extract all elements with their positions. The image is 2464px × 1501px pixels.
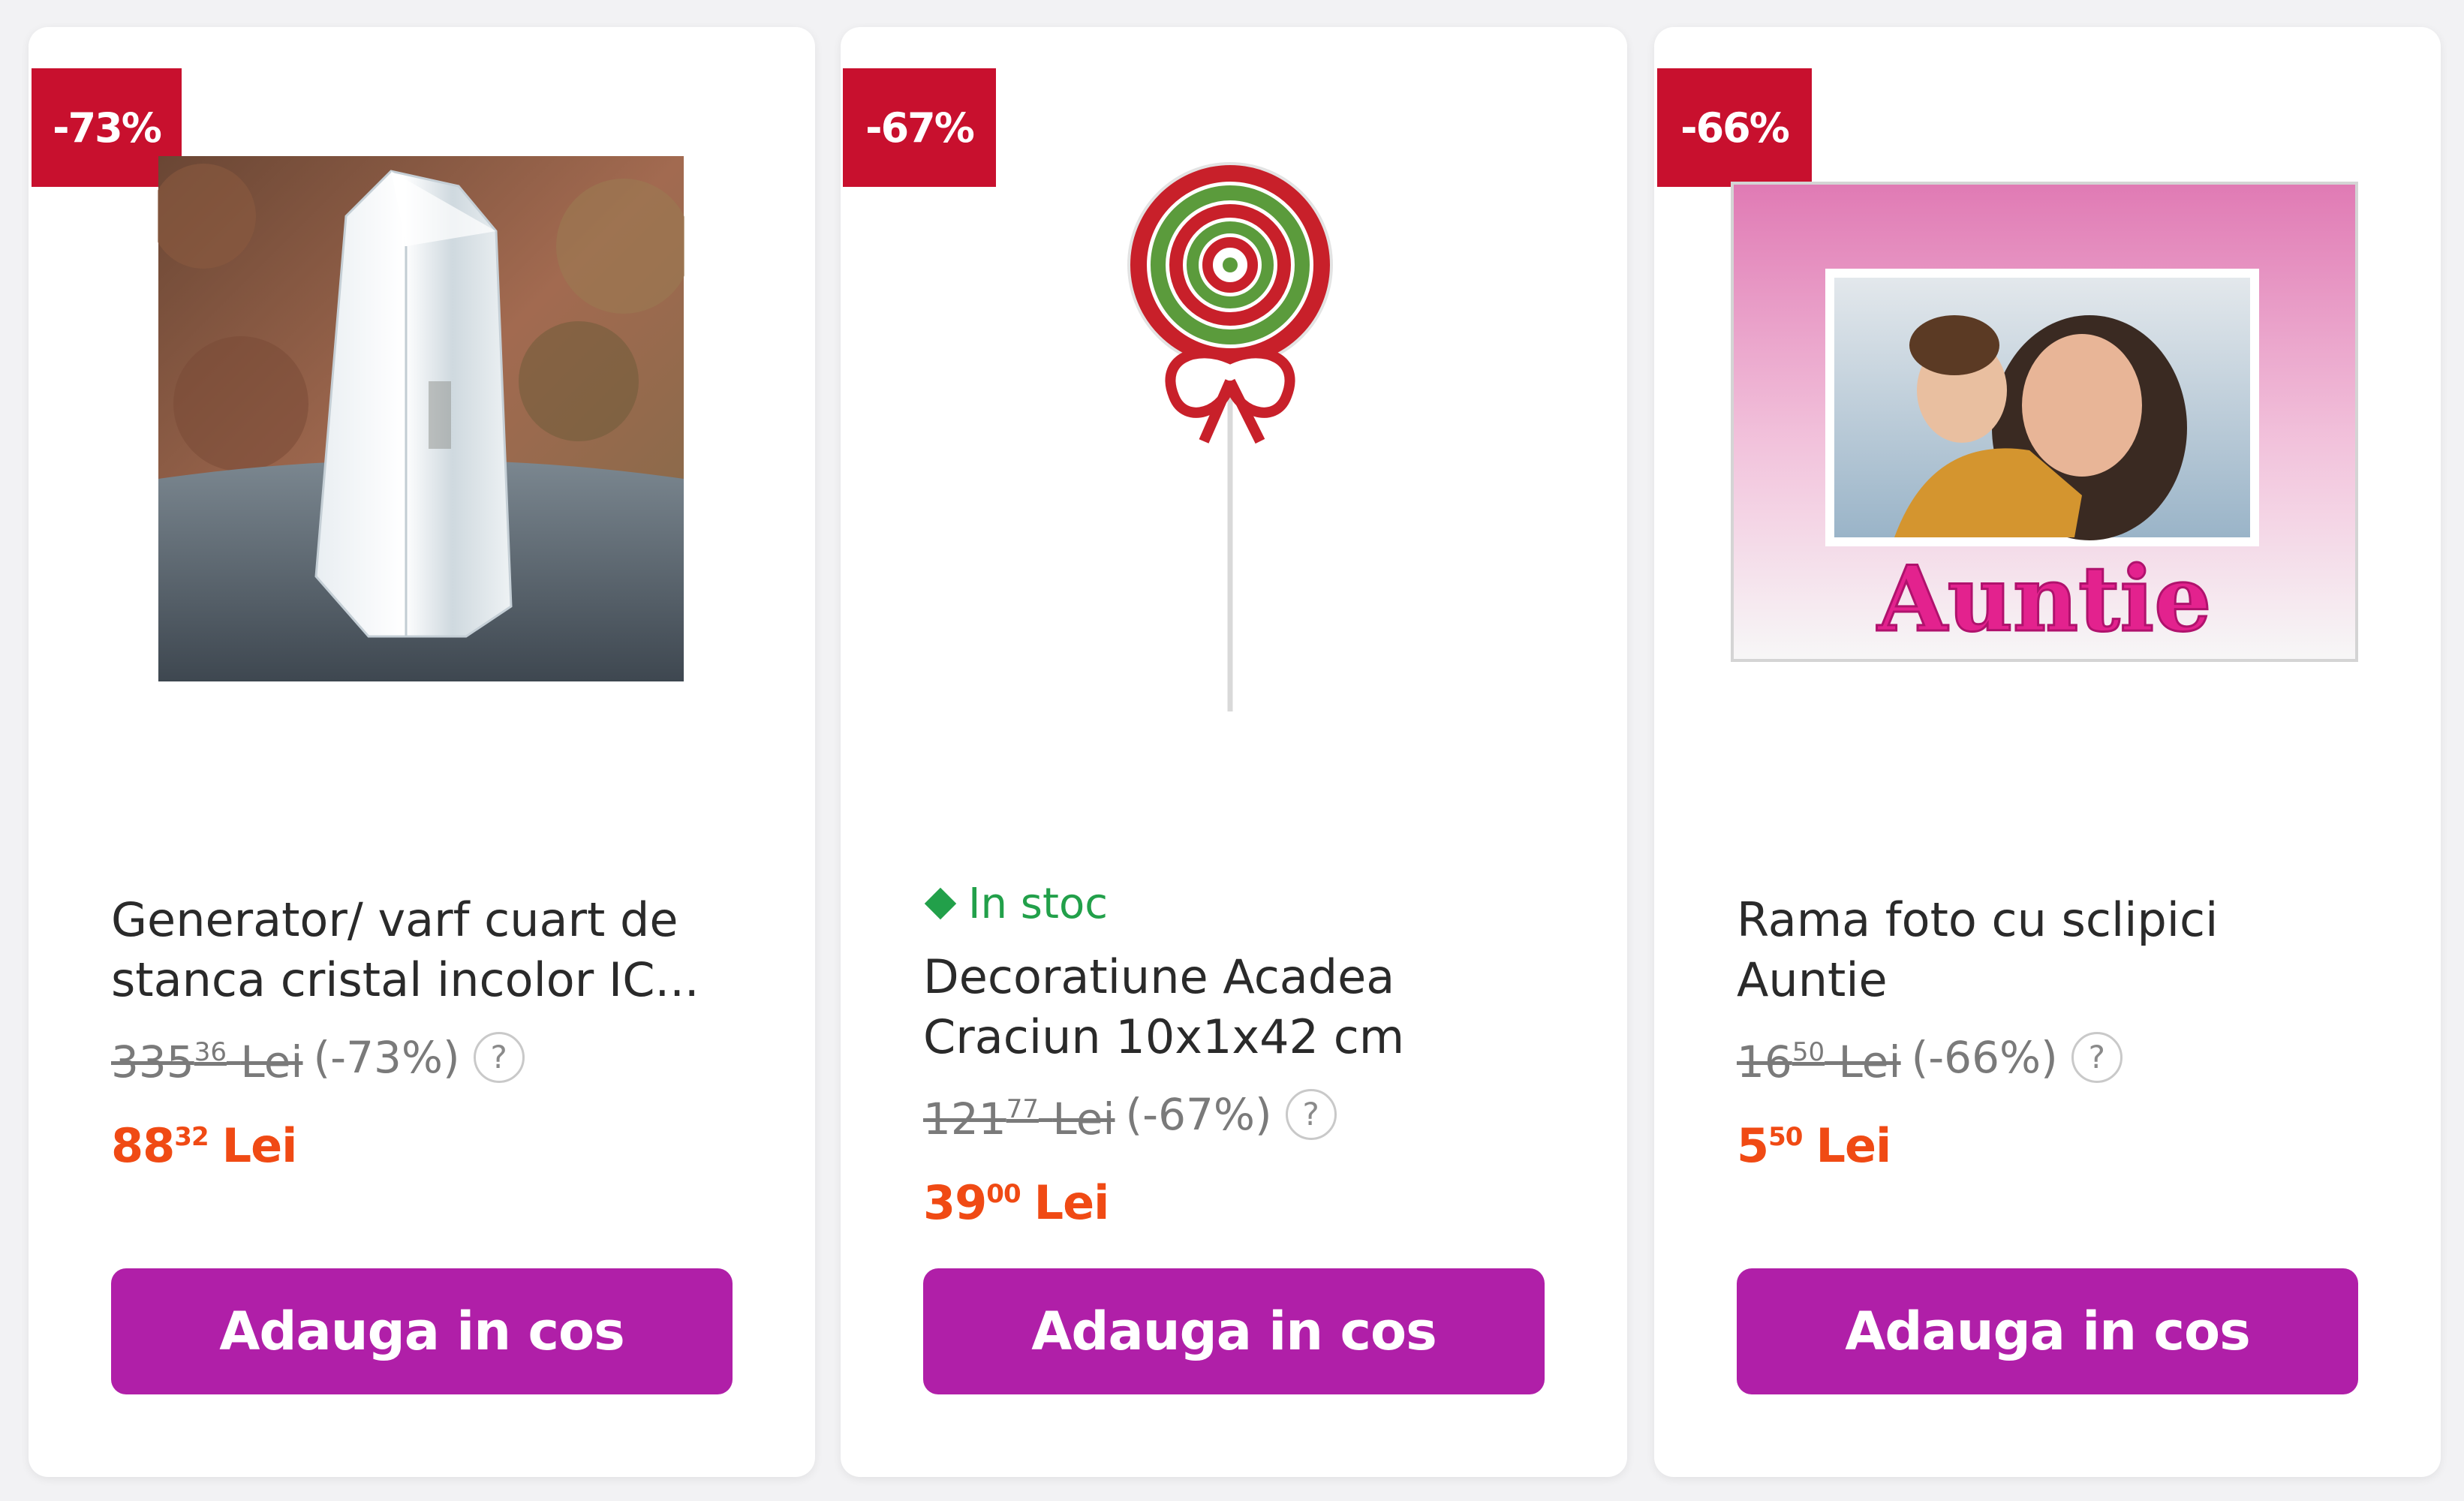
lollipop-image bbox=[1127, 162, 1333, 711]
product-image[interactable] bbox=[1114, 156, 1346, 711]
stock-label: In stoc bbox=[968, 879, 1108, 928]
old-price-row: 33536 Lei (-73%) ? bbox=[111, 1024, 733, 1090]
old-price-row: 1650 Lei (-66%) ? bbox=[1737, 1024, 2358, 1090]
in-stock-status: In stoc bbox=[923, 874, 1545, 934]
product-image[interactable]: Auntie bbox=[1729, 180, 2360, 690]
discount-badge: -67% bbox=[843, 68, 996, 187]
current-price: 550 Lei bbox=[1737, 1118, 1891, 1173]
old-price: 12177 Lei bbox=[923, 1093, 1115, 1145]
current-price: 8832 Lei bbox=[111, 1118, 297, 1173]
photo-frame-image: Auntie bbox=[1731, 182, 2358, 662]
product-card[interactable]: -66% Auntie Rama foto cu sclipici Auntie bbox=[1654, 27, 2441, 1477]
help-icon[interactable]: ? bbox=[1285, 1088, 1337, 1140]
help-icon[interactable]: ? bbox=[473, 1031, 525, 1083]
product-image[interactable] bbox=[158, 156, 684, 681]
stock-diamond-icon bbox=[924, 887, 957, 920]
product-title[interactable]: Decoratiune Acadea Craciun 10x1x42 cm bbox=[923, 947, 1545, 1067]
help-icon[interactable]: ? bbox=[2071, 1031, 2123, 1083]
product-card[interactable]: -73% Generator/ varf cuart de stanca cri… bbox=[29, 27, 815, 1477]
discount-badge: -66% bbox=[1657, 68, 1812, 187]
add-to-cart-button[interactable]: Adauga in cos bbox=[923, 1268, 1545, 1394]
add-to-cart-button[interactable]: Adauga in cos bbox=[111, 1268, 733, 1394]
old-price-row: 12177 Lei (-67%) ? bbox=[923, 1081, 1545, 1148]
old-price: 33536 Lei bbox=[111, 1036, 303, 1087]
discount-percent: (-73%) bbox=[313, 1031, 460, 1083]
add-to-cart-button[interactable]: Adauga in cos bbox=[1737, 1268, 2358, 1394]
product-title[interactable]: Generator/ varf cuart de stanca cristal … bbox=[111, 890, 733, 1010]
product-title[interactable]: Rama foto cu sclipici Auntie bbox=[1737, 890, 2358, 1010]
discount-percent: (-67%) bbox=[1125, 1088, 1272, 1140]
quartz-crystal-image bbox=[158, 156, 684, 681]
old-price: 1650 Lei bbox=[1737, 1036, 1901, 1087]
frame-caption: Auntie bbox=[1877, 546, 2212, 652]
product-card[interactable]: -67% In stoc Decoratiune Acadea Craciun … bbox=[841, 27, 1627, 1477]
current-price: 3900 Lei bbox=[923, 1175, 1109, 1230]
discount-percent: (-66%) bbox=[1911, 1031, 2058, 1083]
